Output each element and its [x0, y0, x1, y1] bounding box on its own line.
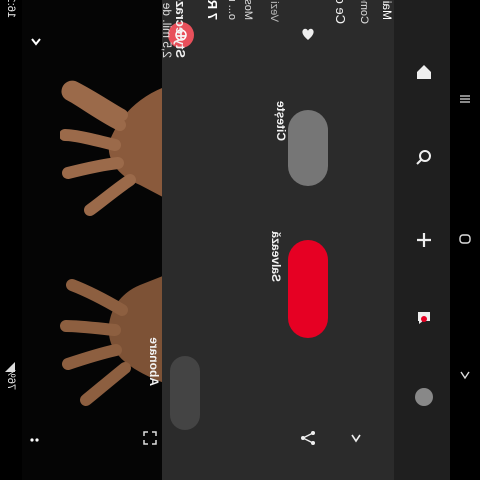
home-circle-icon [459, 234, 471, 244]
back-button[interactable] [24, 30, 48, 54]
feedback-question: Ce crezi? [333, 0, 348, 24]
system-back-button[interactable] [456, 366, 474, 384]
more-section-bg [380, 0, 394, 480]
chevron-expand-icon [351, 434, 361, 443]
expand-comments-button[interactable] [344, 426, 368, 450]
back-triangle-icon [460, 371, 470, 380]
video-player[interactable] [22, 0, 178, 480]
translate-link[interactable]: Vezi traducerea [268, 0, 280, 22]
more-options-button[interactable] [24, 428, 48, 452]
status-time: 16:11 [5, 0, 17, 18]
nav-messages[interactable] [412, 306, 436, 330]
status-bar: 16:11 76% [0, 0, 22, 480]
video-title: 7 Reasons Your Hands Look Old — And How … [205, 0, 220, 20]
like-icon [302, 28, 314, 40]
nav-home[interactable] [412, 60, 436, 84]
system-navigation [450, 0, 480, 480]
subscribe-button[interactable]: Abonare [147, 337, 200, 430]
more-section-title: Mai mult de explorat [380, 0, 394, 20]
chevron-back-icon [31, 38, 41, 46]
pin-detail-screen: 16:11 76% Stylecraze 2,5 mil. de abonați… [0, 0, 480, 480]
share-icon [301, 431, 315, 445]
system-home-button[interactable] [456, 230, 474, 248]
fullscreen-button[interactable] [138, 426, 162, 450]
fullscreen-icon [143, 431, 157, 445]
nav-search[interactable] [412, 145, 436, 169]
save-label: Salvează [268, 231, 283, 282]
read-label: Citește [274, 100, 288, 141]
recents-button[interactable] [456, 90, 474, 108]
share-button[interactable] [296, 426, 320, 450]
channel-subscribers: 2,5 mil. de abonați [160, 0, 174, 58]
nav-profile[interactable] [412, 385, 436, 409]
more-vert-icon [30, 438, 39, 442]
recents-icon [460, 95, 470, 103]
like-button[interactable] [296, 22, 320, 46]
video-description[interactable]: Most anti-aging products and remedies in… [224, 0, 256, 20]
nav-create[interactable] [412, 228, 436, 252]
messages-icon [418, 312, 430, 324]
read-button[interactable]: Citește [274, 101, 328, 186]
search-icon [416, 150, 431, 165]
profile-icon [415, 388, 433, 406]
pin-details-panel: Stylecraze 2,5 mil. de abonați Abonare 7… [147, 0, 394, 480]
signal-icon [3, 360, 17, 374]
channel-name[interactable]: Stylecraze [173, 0, 188, 58]
save-button[interactable]: Salvează [269, 231, 328, 338]
create-icon [417, 233, 431, 247]
comments-disabled-note: Comentariile au fost dezactivate pentru … [358, 0, 370, 24]
bottom-navigation [394, 0, 450, 480]
subscribe-label: Abonare [146, 337, 161, 386]
home-icon [417, 65, 431, 79]
